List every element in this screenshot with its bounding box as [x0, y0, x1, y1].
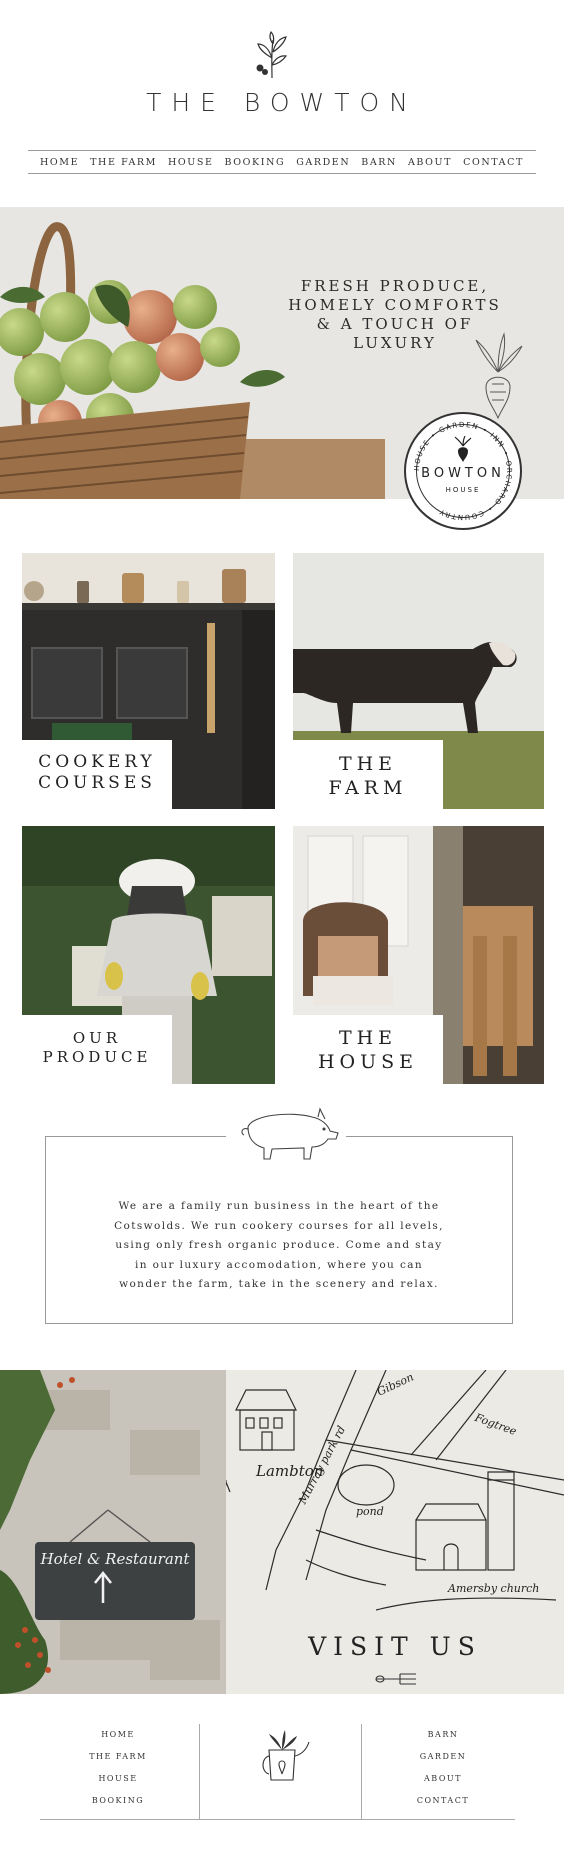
about-text: We are a family run business in the hear…	[76, 1197, 482, 1295]
main-nav: HOME THE FARM HOUSE BOOKING GARDEN BARN …	[28, 150, 536, 174]
visit-us-title[interactable]: VISIT US	[226, 1632, 564, 1661]
footer-link-home[interactable]: HOME	[58, 1724, 178, 1746]
footer-link-the-farm[interactable]: THE FARM	[58, 1746, 178, 1768]
tile-label: THE HOUSE	[293, 1015, 443, 1084]
tile-label-line: FARM	[328, 777, 408, 799]
sprig-icon	[256, 30, 288, 79]
tile-label-line: COOKERY	[38, 752, 156, 772]
tile-label-line: PRODUCE	[42, 1048, 152, 1066]
footer-divider	[199, 1724, 200, 1819]
tile-label-line: COURSES	[38, 773, 156, 793]
footer-rule	[40, 1819, 515, 1820]
about-line: We are a family run business in the hear…	[118, 1200, 440, 1212]
about-line: Cotswolds. We run cookery courses for al…	[114, 1219, 444, 1232]
footer-nav-right: BARN GARDEN ABOUT CONTACT	[383, 1724, 503, 1812]
site-title[interactable]: THE BOWTON	[0, 88, 564, 117]
tile-the-farm[interactable]: THE FARM	[293, 553, 544, 809]
visit-map[interactable]: Lambton Murray park rd Gibson Fogtree po…	[226, 1370, 564, 1694]
beet-icon	[475, 332, 523, 420]
footer-nav-left: HOME THE FARM HOUSE BOOKING	[58, 1724, 178, 1812]
tile-our-produce[interactable]: OUR PRODUCE	[22, 826, 275, 1084]
tile-label: OUR PRODUCE	[22, 1015, 172, 1084]
hotel-sign-text: Hotel & Restaurant	[40, 1550, 190, 1568]
tile-cookery-courses[interactable]: COOKERY COURSES	[22, 553, 275, 809]
map-label-amersby-church: Amersby church	[448, 1582, 540, 1595]
hotel-sign-photo[interactable]: Hotel & Restaurant	[0, 1370, 226, 1694]
nav-home[interactable]: HOME	[40, 157, 79, 168]
tile-label-line: OUR	[72, 1029, 122, 1047]
tile-label-line: HOUSE	[317, 1051, 419, 1073]
nav-about[interactable]: ABOUT	[408, 157, 452, 168]
nav-the-farm[interactable]: THE FARM	[90, 157, 157, 168]
stamp-ring-text: HOUSE • GARDEN • INN • ORCHARD • COUNTRY	[413, 421, 513, 521]
tile-label: COOKERY COURSES	[22, 740, 172, 809]
stone-wall-image	[0, 1370, 226, 1694]
hero-tagline-line: FRESH PRODUCE,	[300, 277, 490, 295]
fork-icon	[375, 1673, 416, 1685]
tile-the-house[interactable]: THE HOUSE	[293, 826, 544, 1084]
svg-text:HOUSE • GARDEN • INN • ORCHARD: HOUSE • GARDEN • INN • ORCHARD • COUNTRY	[413, 421, 513, 521]
nav-barn[interactable]: BARN	[361, 157, 397, 168]
pig-icon	[241, 1107, 339, 1160]
hero-basket-image	[0, 222, 285, 499]
about-line: using only fresh organic produce. Come a…	[115, 1239, 443, 1251]
bowton-house-stamp: BOWTON HOUSE HOUSE • GARDEN • INN • ORCH…	[404, 412, 522, 530]
footer-link-garden[interactable]: GARDEN	[383, 1746, 503, 1768]
about-line: wonder the farm, take in the scenery and…	[119, 1278, 439, 1290]
footer-link-about[interactable]: ABOUT	[383, 1768, 503, 1790]
footer-link-house[interactable]: HOUSE	[58, 1768, 178, 1790]
footer-link-booking[interactable]: BOOKING	[58, 1790, 178, 1812]
footer-link-barn[interactable]: BARN	[383, 1724, 503, 1746]
nav-garden[interactable]: GARDEN	[296, 157, 350, 168]
stamp-ring-label: HOUSE • GARDEN • INN • ORCHARD • COUNTRY	[413, 421, 512, 521]
nav-contact[interactable]: CONTACT	[463, 157, 524, 168]
tile-label-line: THE	[338, 753, 398, 775]
watering-can-icon	[262, 1730, 310, 1781]
hero-tagline-line: HOMELY COMFORTS	[288, 296, 502, 314]
footer-link-contact[interactable]: CONTACT	[383, 1790, 503, 1812]
map-label-pond: pond	[356, 1505, 384, 1518]
footer: HOME THE FARM HOUSE BOOKING BARN GARDEN …	[0, 1694, 564, 1851]
about-box: We are a family run business in the hear…	[45, 1097, 513, 1324]
tile-label-line: THE	[338, 1027, 398, 1049]
about-line: in our luxury accomodation, where you ca…	[134, 1258, 424, 1271]
nav-booking[interactable]: BOOKING	[225, 157, 286, 168]
nav-house[interactable]: HOUSE	[168, 157, 214, 168]
tile-label: THE FARM	[293, 740, 443, 809]
footer-divider	[361, 1724, 362, 1819]
